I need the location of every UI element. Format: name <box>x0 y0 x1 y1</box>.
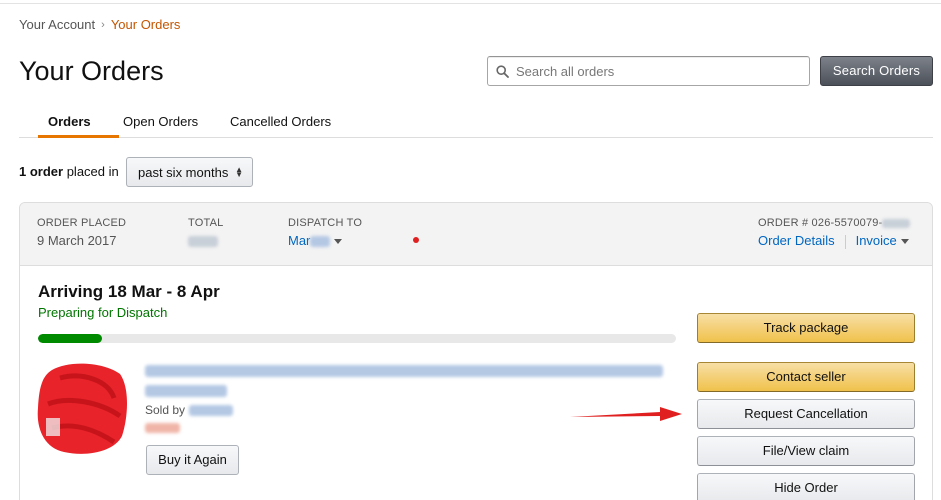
breadcrumb-separator: › <box>101 18 105 31</box>
top-divider <box>0 0 941 4</box>
order-summary: 1 order placed in <box>19 164 119 179</box>
sold-by-label: Sold by <box>145 403 186 417</box>
hide-order-button[interactable]: Hide Order <box>697 473 915 500</box>
tab-orders[interactable]: Orders <box>48 114 91 129</box>
seller-name-redacted[interactable] <box>189 404 234 416</box>
product-image-redacted[interactable] <box>34 358 130 458</box>
order-placed-label: ORDER PLACED <box>37 217 127 229</box>
period-select[interactable]: past six months ▲ ▼ <box>126 157 253 187</box>
invoice-chevron-icon[interactable] <box>900 239 909 245</box>
order-total-redacted <box>188 236 218 248</box>
annotation-dot <box>413 237 419 243</box>
contact-seller-button[interactable]: Contact seller <box>697 362 915 392</box>
select-arrows-icon: ▲ ▼ <box>235 165 243 179</box>
order-number-col: ORDER # 026-5570079- Order Details Invoic… <box>758 217 911 249</box>
order-total-label: TOTAL <box>188 217 224 229</box>
order-number-redacted <box>882 218 911 228</box>
breadcrumb-your-account[interactable]: Your Account <box>19 17 95 32</box>
link-divider <box>844 234 846 249</box>
order-placed-value: 9 March 2017 <box>37 233 117 248</box>
shipment-status: Preparing for Dispatch <box>38 305 168 320</box>
file-claim-button[interactable]: File/View claim <box>697 436 915 466</box>
dispatch-to-value[interactable]: Mar <box>288 233 362 248</box>
breadcrumb-your-orders[interactable]: Your Orders <box>111 17 181 32</box>
delivery-estimate: Arriving 18 Mar - 8 Apr <box>38 282 220 301</box>
order-tabs: Orders Open Orders Cancelled Orders <box>19 108 933 138</box>
shipment-progress <box>38 334 676 343</box>
search-input[interactable] <box>516 63 796 79</box>
active-tab-indicator <box>38 135 119 138</box>
search-icon <box>496 64 509 78</box>
tab-open-orders[interactable]: Open Orders <box>123 114 198 129</box>
order-details-link[interactable]: Order Details <box>758 233 835 248</box>
price-redacted <box>145 423 180 433</box>
order-card: ORDER PLACED 9 March 2017 TOTAL DISPATCH… <box>19 202 933 500</box>
page-title: Your Orders <box>19 56 164 86</box>
product-title-redacted[interactable] <box>145 365 665 405</box>
dispatch-to-name[interactable]: Mar <box>288 233 310 248</box>
search-orders-button[interactable]: Search Orders <box>820 56 933 86</box>
period-select-value: past six months <box>138 164 229 180</box>
order-header: ORDER PLACED 9 March 2017 TOTAL DISPATCH… <box>20 203 932 266</box>
dispatch-to-label: DISPATCH TO <box>288 217 363 229</box>
search-box[interactable] <box>487 56 810 86</box>
annotation-arrow-icon <box>570 407 682 421</box>
buy-again-button[interactable]: Buy it Again <box>146 445 239 475</box>
breadcrumb: Your Account › Your Orders <box>19 17 180 32</box>
order-number: ORDER # 026-5570079- <box>758 217 883 229</box>
tab-cancelled-orders[interactable]: Cancelled Orders <box>230 114 331 129</box>
sold-by: Sold by <box>145 403 234 417</box>
order-summary-text: placed in <box>66 164 119 179</box>
request-cancellation-button[interactable]: Request Cancellation <box>697 399 915 429</box>
chevron-down-icon[interactable] <box>334 239 343 245</box>
order-total-col: TOTAL <box>188 217 223 248</box>
shipment-progress-fill <box>38 334 102 343</box>
order-count: 1 order <box>19 164 64 179</box>
dispatch-to-redacted <box>310 236 331 248</box>
invoice-link[interactable]: Invoice <box>856 233 897 248</box>
dispatch-to-col: DISPATCH TO Mar <box>288 217 362 248</box>
order-placed-col: ORDER PLACED 9 March 2017 <box>37 217 126 248</box>
track-package-button[interactable]: Track package <box>697 313 915 343</box>
